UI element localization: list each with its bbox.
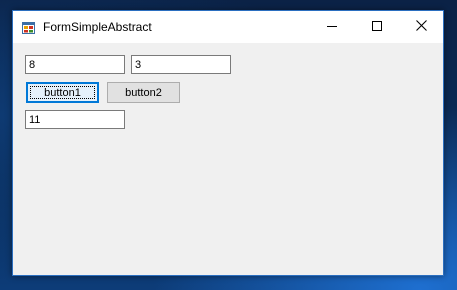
minimize-icon — [326, 18, 337, 36]
title-bar[interactable]: FormSimpleAbstract — [13, 11, 443, 43]
form-client-area: button1 button2 — [13, 43, 443, 275]
button2-button[interactable]: button2 — [107, 82, 180, 103]
close-icon — [416, 18, 427, 36]
winforms-app-icon — [22, 21, 35, 34]
textbox2-input[interactable] — [131, 55, 231, 74]
minimize-button[interactable] — [309, 11, 354, 43]
maximize-icon — [371, 18, 382, 36]
button2-label: button2 — [125, 86, 162, 99]
textbox3-input[interactable] — [25, 110, 125, 129]
button1-button[interactable]: button1 — [26, 82, 99, 103]
form-window: FormSimpleAbstract button1 — [12, 10, 444, 276]
window-title: FormSimpleAbstract — [43, 20, 152, 34]
maximize-button[interactable] — [354, 11, 399, 43]
close-button[interactable] — [399, 11, 444, 43]
textbox1-input[interactable] — [25, 55, 125, 74]
focus-rectangle — [30, 86, 95, 99]
